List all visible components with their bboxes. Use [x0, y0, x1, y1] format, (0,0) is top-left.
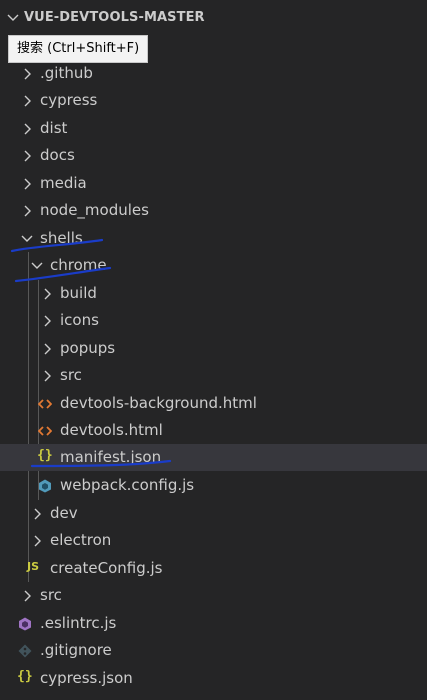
tree-item-src-root[interactable]: src	[0, 582, 427, 609]
chevron-right-icon	[44, 370, 51, 382]
tree-item-label: node_modules	[40, 201, 149, 219]
tree-item-label: build	[60, 284, 97, 302]
tree-item-popups[interactable]: popups	[0, 335, 427, 362]
tree-item-label: shells	[40, 229, 83, 247]
html-icon	[38, 399, 52, 409]
chevron-right-icon	[24, 590, 31, 602]
tree-item-devtools-html[interactable]: devtools.html	[0, 417, 427, 444]
chevron-down-icon	[31, 262, 43, 269]
tree-item-label: media	[40, 174, 87, 192]
git-icon	[18, 644, 32, 658]
tree-item-cypress-json[interactable]: {} cypress.json	[0, 665, 427, 692]
tree-item-label: popups	[60, 339, 116, 357]
tree-item-label: src	[40, 586, 62, 604]
tree-item-build[interactable]: build	[0, 280, 427, 307]
chevron-right-icon	[44, 343, 51, 355]
tree-item-docs[interactable]: docs	[0, 142, 427, 169]
file-explorer: VUE-DEVTOOLS-MASTER 搜索 (Ctrl+Shift+F) .g…	[0, 0, 427, 700]
tree-item-chrome[interactable]: chrome	[0, 252, 427, 279]
eslint-icon	[19, 617, 31, 631]
tree-item-label: chrome	[50, 256, 107, 274]
tree-item-src[interactable]: src	[0, 362, 427, 389]
tree-item-label: createConfig.js	[50, 559, 163, 577]
tree-item-dist[interactable]: dist	[0, 115, 427, 142]
tree-item-devtools-background-html[interactable]: devtools-background.html	[0, 390, 427, 417]
tree-item-label: electron	[50, 531, 112, 549]
chevron-down-icon[interactable]	[6, 11, 20, 25]
webpack-icon	[39, 479, 51, 493]
js-icon: JS	[27, 560, 40, 573]
tree-item-label: .github	[40, 64, 93, 82]
tree-item-manifest-json[interactable]: {} manifest.json	[0, 444, 427, 471]
chevron-right-icon	[34, 535, 41, 547]
tree-item-label: webpack.config.js	[60, 476, 195, 494]
tree-item-label: manifest.json	[60, 448, 162, 466]
html-icon	[38, 426, 52, 436]
tree-item-label: devtools.html	[60, 421, 163, 439]
tree-item-label: docs	[40, 146, 75, 164]
chevron-down-icon	[21, 235, 33, 242]
tree-item-label: dist	[40, 119, 68, 137]
search-tooltip: 搜索 (Ctrl+Shift+F)	[8, 35, 149, 63]
tree-item-gitignore[interactable]: .gitignore	[0, 637, 427, 664]
explorer-header[interactable]: VUE-DEVTOOLS-MASTER	[0, 0, 427, 36]
chevron-right-icon	[24, 95, 31, 107]
json-icon: {}	[37, 448, 53, 463]
chevron-right-icon	[24, 123, 31, 135]
tree-item-node-modules[interactable]: node_modules	[0, 197, 427, 224]
chevron-right-icon	[24, 68, 31, 80]
tree-item-cypress[interactable]: cypress	[0, 87, 427, 114]
workspace-title: VUE-DEVTOOLS-MASTER	[24, 10, 205, 25]
chevron-right-icon	[24, 178, 31, 190]
tree-item-label: icons	[60, 311, 99, 329]
json-icon: {}	[17, 669, 33, 684]
tree-item-icons[interactable]: icons	[0, 307, 427, 334]
tree-item-shells[interactable]: shells	[0, 225, 427, 252]
tree-item-dev[interactable]: dev	[0, 500, 427, 527]
tree-item-media[interactable]: media	[0, 170, 427, 197]
tree-item-github[interactable]: .github	[0, 60, 427, 87]
tree-item-label: .gitignore	[40, 641, 112, 659]
chevron-right-icon	[24, 205, 31, 217]
tree-item-createconfig-js[interactable]: JS createConfig.js	[0, 555, 427, 582]
chevron-right-icon	[34, 508, 41, 520]
tree-item-label: .eslintrc.js	[40, 614, 117, 632]
tree-item-label: cypress.json	[40, 669, 133, 687]
chevron-right-icon	[44, 288, 51, 300]
tree-item-label: cypress	[40, 91, 98, 109]
tree-item-eslintrc-js[interactable]: .eslintrc.js	[0, 610, 427, 637]
tree-item-webpack-config-js[interactable]: webpack.config.js	[0, 472, 427, 499]
tree-item-label: src	[60, 366, 82, 384]
chevron-right-icon	[44, 315, 51, 327]
chevron-right-icon	[24, 150, 31, 162]
tree-item-label: dev	[50, 504, 78, 522]
tree-item-electron[interactable]: electron	[0, 527, 427, 554]
tree-item-label: devtools-background.html	[60, 394, 257, 412]
